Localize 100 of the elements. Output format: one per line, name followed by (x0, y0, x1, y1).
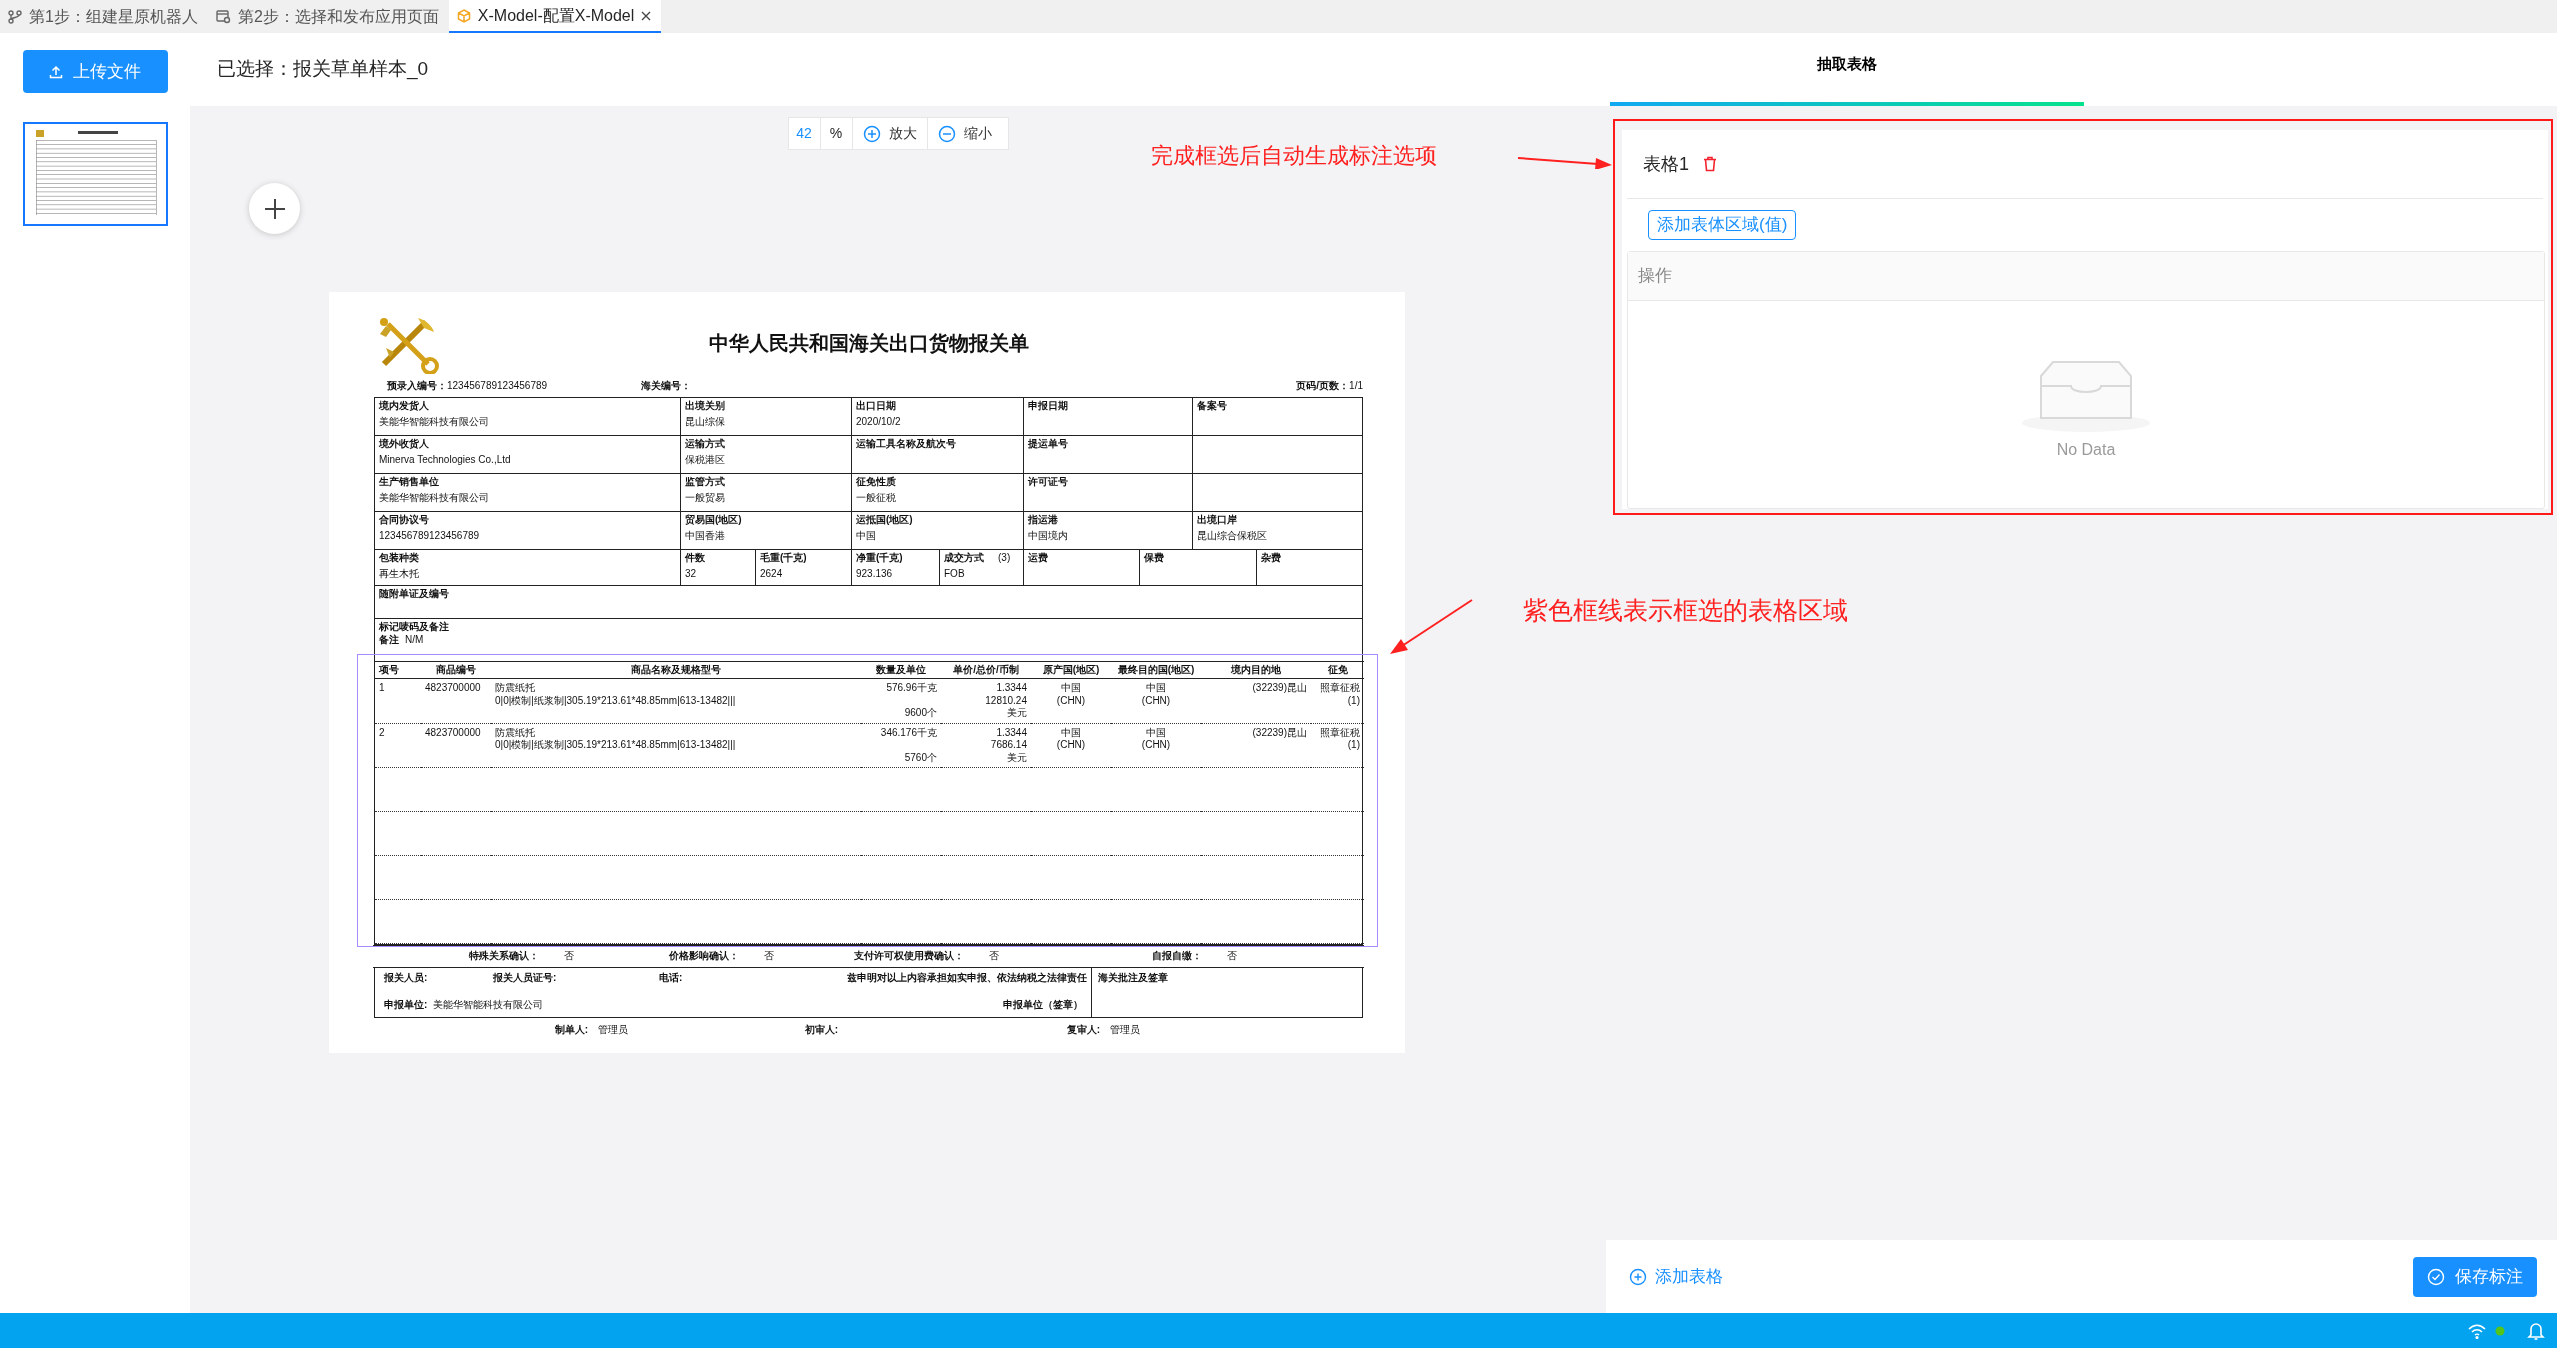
field-value: 123456789123456789 (447, 379, 548, 393)
table-cell: 中国 (CHN) (1111, 723, 1201, 768)
field-label: 贸易国(地区) (685, 514, 742, 525)
field-label: 备注 (379, 633, 399, 645)
selected-file-label: 已选择：报关草单样本_0 (217, 57, 429, 82)
field-value: 923.136 (856, 567, 894, 580)
field-code: (3) (998, 552, 1011, 563)
field-label: 指运港 (1028, 514, 1058, 525)
field-label: 复审人: (1065, 1023, 1100, 1037)
zoom-in-icon (862, 124, 881, 143)
table-name: 表格1 (1643, 152, 1689, 176)
field-label: 随附单证及编号 (379, 588, 449, 599)
field-label: 件数 (685, 552, 705, 563)
field-label: 申报单位（签章） (1003, 998, 1083, 1011)
page-thumbnail[interactable] (22, 122, 168, 226)
field-label: 出境口岸 (1197, 514, 1237, 525)
table-cell: (32239)昆山 (1201, 678, 1311, 723)
field-value: 保税港区 (685, 453, 726, 466)
field-value: 123456789123456789 (379, 529, 481, 542)
field-value: 中国 (856, 529, 877, 542)
column-header: 单价/总价/币制 (941, 661, 1031, 679)
field-label: 征免性质 (856, 476, 896, 487)
upload-icon (49, 64, 63, 79)
field-label: 备案号 (1197, 400, 1227, 411)
document-title: 中华人民共和国海关出口货物报关单 (707, 330, 1030, 356)
table-cell: 中国 (CHN) (1031, 723, 1111, 768)
field-label: 报关人员证号: (493, 972, 558, 985)
field-value: 中国境内 (1028, 529, 1069, 542)
table-cell: 2 (375, 723, 421, 768)
field-value: 美能华智能科技有限公司 (433, 998, 545, 1011)
field-value: 再生木托 (379, 567, 420, 580)
field-label: 标记唛码及备注 (379, 621, 449, 632)
field-label: 保费 (1144, 552, 1164, 563)
plus-circle-icon (1629, 1267, 1647, 1286)
table-cell: 1.3344 12810.24 美元 (941, 678, 1031, 723)
field-label: 海关编号： (641, 379, 691, 393)
field-value: 2020/10/2 (856, 415, 902, 428)
trash-icon[interactable] (1703, 156, 1717, 172)
field-label: 出口日期 (856, 400, 896, 411)
field-label: 毛重(千克) (760, 552, 807, 563)
field-label: 预录入编号： (387, 379, 447, 393)
plus-icon (263, 197, 286, 220)
table-cell: 中国 (CHN) (1111, 678, 1201, 723)
branch-icon (8, 9, 22, 24)
bell-icon[interactable] (2527, 1320, 2545, 1341)
field-label: 合同协议号 (379, 514, 429, 525)
table-cell: 576.96千克 9600个 (861, 678, 941, 723)
tab[interactable]: X-Model-配置X-Model (448, 0, 662, 33)
field-value: 一般贸易 (685, 491, 726, 504)
table-cell: 1 (375, 678, 421, 723)
field-label: 运抵国(地区) (856, 514, 913, 525)
field-value: 管理员 (1109, 1023, 1141, 1037)
table-cell: 1.3344 7686.14 美元 (941, 723, 1031, 768)
field-label: 出境关别 (685, 400, 725, 411)
field-label: 成交方式 (944, 552, 984, 563)
tab[interactable]: 第2步：选择和发布应用页面 (207, 0, 449, 33)
field-label: 许可证号 (1028, 476, 1068, 487)
empty-text: No Data (2056, 439, 2116, 460)
field-label: 境内发货人 (379, 400, 429, 411)
zoom-out-icon (937, 124, 956, 143)
field-label: 运费 (1028, 552, 1048, 563)
field-value: 否 (563, 950, 575, 963)
window-gear-icon (215, 9, 231, 24)
field-value: 2624 (760, 567, 784, 580)
field-value: 中国香港 (685, 529, 726, 542)
field-value: 管理员 (597, 1023, 629, 1037)
cube-icon (456, 8, 471, 23)
wifi-icon (2467, 1322, 2487, 1339)
field-value: FOB (944, 567, 966, 580)
close-icon[interactable] (641, 10, 652, 21)
table-cell: 防震纸托 0|0|模制|纸浆制|305.19*213.61*48.85mm|613-13482||| (491, 678, 861, 723)
table-cell: 照章征税 (1) (1311, 723, 1364, 768)
column-header: 操作 (1638, 265, 1672, 288)
field-label: 包装种类 (379, 552, 419, 563)
field-label: 页码/页数： (1296, 379, 1350, 393)
field-label: 运输方式 (685, 438, 725, 449)
column-header: 原产国(地区) (1031, 661, 1111, 679)
add-button[interactable] (249, 183, 300, 234)
column-header: 商品编号 (421, 661, 491, 679)
field-label: 制单人: (553, 1023, 588, 1037)
table-cell: 4823700000 (421, 723, 491, 768)
column-header: 项号 (375, 661, 421, 679)
field-label: 监管方式 (685, 476, 725, 487)
field-label: 境外收货人 (379, 438, 429, 449)
column-header: 境内目的地 (1201, 661, 1311, 679)
field-value: 美能华智能科技有限公司 (379, 415, 490, 428)
field-label: 运输工具名称及航次号 (856, 438, 956, 449)
field-label: 杂费 (1261, 552, 1281, 563)
zoom-unit: % (820, 118, 853, 149)
field-label: 价格影响确认： (668, 950, 739, 963)
tab[interactable]: 第1步：组建星原机器人 (0, 0, 208, 33)
field-value: 昆山综保 (685, 415, 726, 428)
field-value: 否 (988, 950, 1000, 963)
annotation-text: 完成框选后自动生成标注选项 (1151, 142, 1437, 170)
field-label: 电话: (659, 972, 684, 985)
field-value: 32 (685, 567, 698, 580)
field-label: 提运单号 (1028, 438, 1068, 449)
field-value: 否 (763, 950, 775, 963)
field-value: 一般征税 (856, 491, 897, 504)
column-header: 征免 (1311, 661, 1364, 679)
